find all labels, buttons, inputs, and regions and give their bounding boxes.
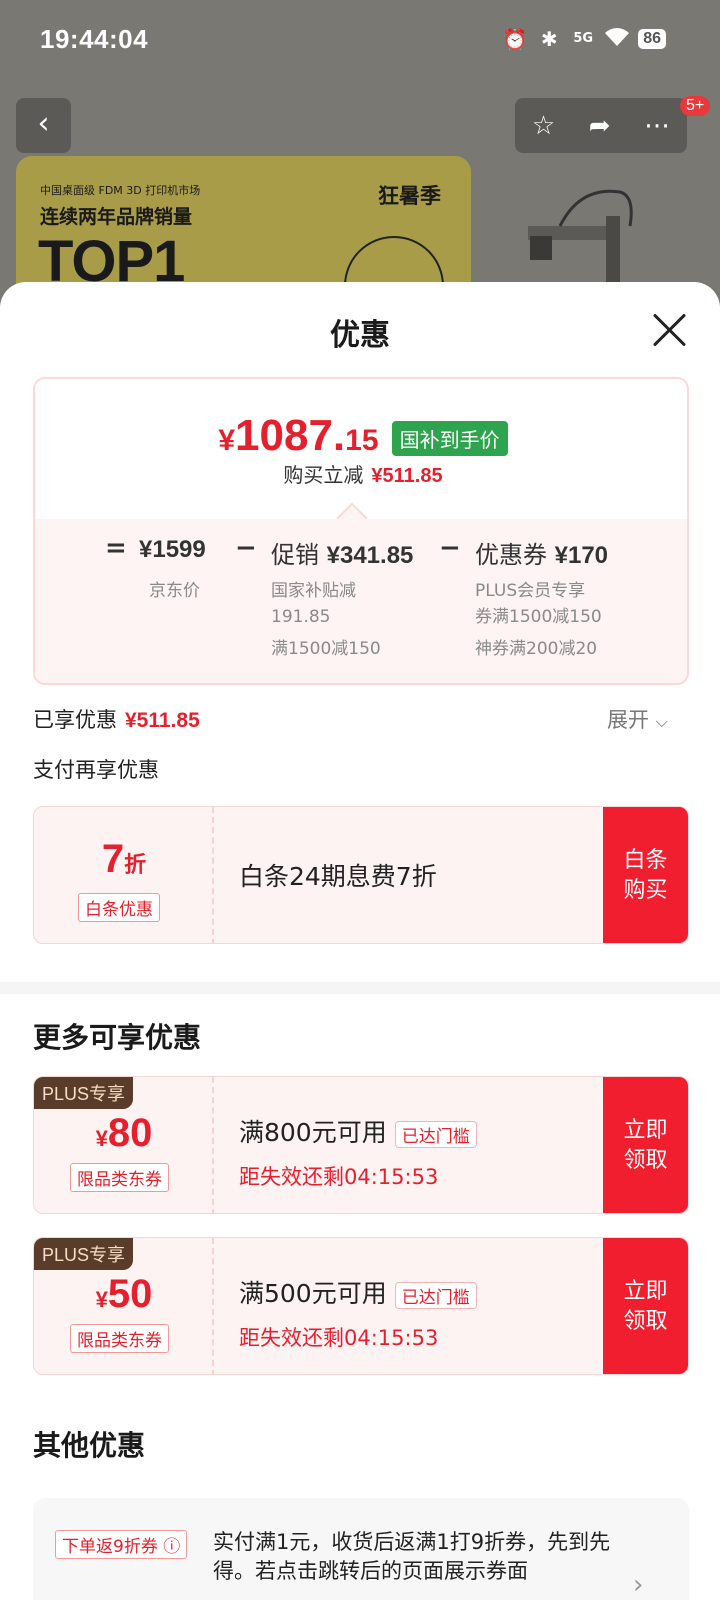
battery-indicator: 86 <box>638 29 666 49</box>
share-icon[interactable]: ➦ <box>589 111 611 141</box>
coupon-condition: 满500元可用 已达门槛 <box>239 1274 477 1310</box>
alarm-icon: ⏰ <box>502 27 528 51</box>
final-price: ¥1087.15 <box>218 411 379 460</box>
sheet-title: 优惠 <box>330 318 390 353</box>
reduction-amount: ¥511.85 <box>371 465 443 487</box>
enjoyed-discount: 已享优惠 ¥511.85 <box>33 704 200 734</box>
enjoyed-amount: ¥511.85 <box>125 709 200 732</box>
close-icon[interactable] <box>648 308 692 352</box>
status-bar: 19:44:04 ⏰ ✱ 5G 86 <box>0 0 720 80</box>
plus-exclusive-tag: PLUS专享 <box>34 1238 134 1270</box>
equals-sign: = <box>105 533 127 563</box>
promo-total: 促销 ¥341.85 <box>271 541 414 569</box>
banner-mid-text: 连续两年品牌销量 <box>40 206 193 228</box>
coupon-card: PLUS专享 ¥50 限品类东券 满500元可用 已达门槛 距失效还剩04:15:… <box>33 1237 689 1375</box>
coupon-amount: ¥50 <box>95 1272 153 1316</box>
claim-coupon-button[interactable]: 立即领取 <box>603 1077 688 1213</box>
reduction-label: 购买立减 <box>283 463 364 487</box>
return-coupon-tag: 下单返9折券 ⓘ <box>55 1530 188 1559</box>
final-price-row: ¥1087.15 国补到手价 <box>35 411 687 461</box>
chevron-down-icon: ⌵ <box>655 712 668 731</box>
coupon-plus-amount: 券满1500减150 <box>475 607 602 627</box>
plus-exclusive-tag: PLUS专享 <box>34 1077 134 1109</box>
return-coupon-desc: 实付满1元，收货后返满1打9折券，先到先得。若点击跳转后的页面展示券面 <box>213 1530 611 1583</box>
more-badge: 5+ <box>680 96 711 116</box>
coupon-category-tag: 限品类东券 <box>70 1324 169 1353</box>
baitiao-discount: 7折 <box>101 837 147 881</box>
baitiao-tag: 白条优惠 <box>78 893 160 922</box>
coupon-super-amount: 神券满200减20 <box>475 639 598 659</box>
coupon-plus-label: PLUS会员专享 <box>475 581 586 601</box>
enjoyed-label: 已享优惠 <box>33 708 117 732</box>
baitiao-discount-box: 7折 白条优惠 <box>34 807 214 943</box>
minus-sign: − <box>235 533 257 563</box>
jd-price: ¥1599 <box>139 536 206 563</box>
expand-label: 展开 <box>607 708 649 732</box>
signal-icon: 5G <box>573 31 594 46</box>
promo-full-reduction: 满1500减150 <box>271 639 381 659</box>
other-offers-title: 其他优惠 <box>33 1429 146 1462</box>
coupon-amount: ¥80 <box>95 1111 153 1155</box>
chevron-right-icon: › <box>633 1570 644 1600</box>
baitiao-desc: 白条24期息费7折 <box>239 862 437 891</box>
coupon-total: 优惠券 ¥170 <box>475 541 609 569</box>
card-notch <box>336 502 368 534</box>
coupon-countdown: 距失效还剩04:15:53 <box>239 1326 439 1350</box>
more-icon[interactable]: ⋯ <box>644 111 670 141</box>
back-icon: ‹ <box>37 106 50 141</box>
nav-actions: ☆ ➦ ⋯ <box>515 98 687 153</box>
coupon-value-box: PLUS专享 ¥80 限品类东券 <box>34 1077 214 1213</box>
promo-subsidy-amount: 191.85 <box>271 607 331 627</box>
promo-subsidy-label: 国家补贴减 <box>271 581 356 601</box>
baitiao-buy-button[interactable]: 白条购买 <box>603 807 688 943</box>
claim-coupon-button[interactable]: 立即领取 <box>603 1238 688 1374</box>
bluetooth-icon: ✱ <box>540 27 558 51</box>
coupon-category-tag: 限品类东券 <box>70 1163 169 1192</box>
more-offers-title: 更多可享优惠 <box>33 1021 202 1054</box>
wifi-icon <box>604 26 630 52</box>
threshold-reached-tag: 已达门槛 <box>394 1120 477 1148</box>
pay-again-title: 支付再享优惠 <box>33 758 159 782</box>
discount-sheet: 优惠 ¥1087.15 国补到手价 购买立减 ¥511.85 = ¥1599 京东… <box>0 282 720 1600</box>
other-offer-card[interactable]: 下单返9折券 ⓘ 实付满1元，收货后返满1打9折券，先到先得。若点击跳转后的页面… <box>33 1498 689 1600</box>
coupon-condition: 满800元可用 已达门槛 <box>239 1113 477 1149</box>
price-breakdown-card: ¥1087.15 国补到手价 购买立减 ¥511.85 = ¥1599 京东价 −… <box>33 377 689 685</box>
status-time: 19:44:04 <box>40 24 149 54</box>
instant-reduction: 购买立减 ¥511.85 <box>35 459 687 488</box>
star-icon[interactable]: ☆ <box>532 111 555 141</box>
subsidy-price-tag: 国补到手价 <box>391 420 508 456</box>
minus-sign: − <box>439 533 461 563</box>
back-button[interactable]: ‹ <box>16 98 71 153</box>
expand-button[interactable]: 展开 ⌵ <box>607 704 668 734</box>
banner-small-text: 中国桌面级 FDM 3D 打印机市场 <box>40 184 201 197</box>
section-divider <box>0 982 720 994</box>
coupon-value-box: PLUS专享 ¥50 限品类东券 <box>34 1238 214 1374</box>
banner-season-text: 狂暑季 <box>378 184 441 208</box>
coupon-card: PLUS专享 ¥80 限品类东券 满800元可用 已达门槛 距失效还剩04:15:… <box>33 1076 689 1214</box>
coupon-countdown: 距失效还剩04:15:53 <box>239 1165 439 1189</box>
product-page-background: 19:44:04 ⏰ ✱ 5G 86 ‹ ☆ ➦ ⋯ 5+ 中国桌面级 FDM … <box>0 0 720 320</box>
threshold-reached-tag: 已达门槛 <box>394 1281 477 1309</box>
jd-price-label: 京东价 <box>149 581 200 601</box>
baitiao-offer[interactable]: 7折 白条优惠 白条24期息费7折 白条购买 <box>33 806 689 944</box>
status-icons: ⏰ ✱ 5G 86 <box>502 26 666 52</box>
